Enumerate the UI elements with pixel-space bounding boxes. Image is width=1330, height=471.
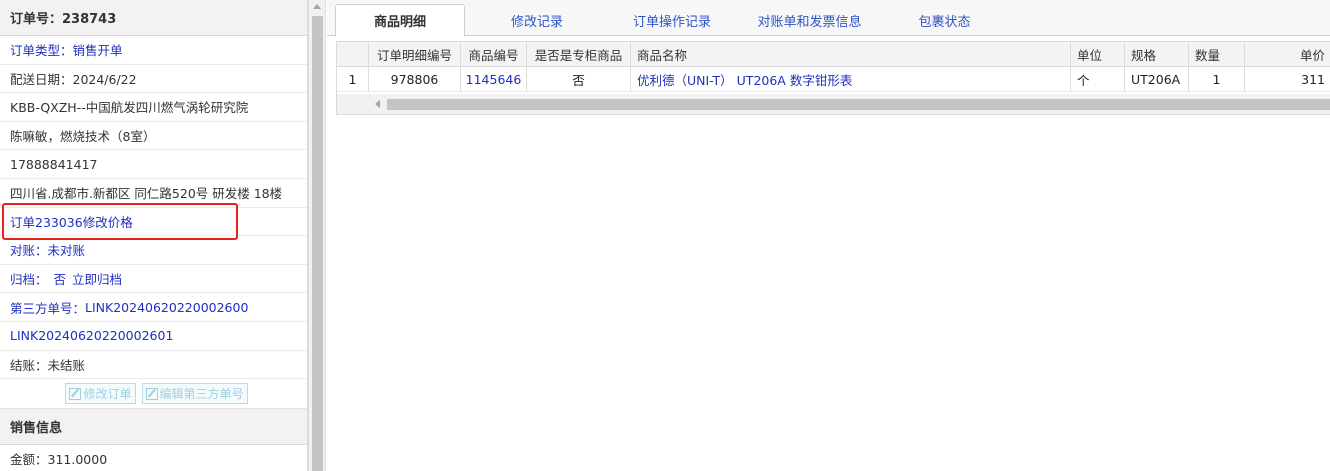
archive-value: 否	[53, 272, 67, 288]
product-number-link[interactable]: 1145646	[461, 67, 527, 91]
reconcile-label: 对账：	[10, 243, 48, 259]
third-party-row: 第三方单号： LINK20240620220002600	[0, 293, 307, 322]
price-cell: 311	[1301, 71, 1325, 87]
order-type-row: 订单类型： 销售开单	[0, 36, 307, 65]
edit-third-party-label: 编辑第三方单号	[159, 387, 244, 402]
edit-third-party-button[interactable]: 编辑第三方单号	[141, 383, 248, 405]
tab-order-operation-records[interactable]: 订单操作记录	[612, 4, 732, 36]
customer-row: KBB-QXZH--中国航发四川燃气涡轮研究院	[0, 93, 307, 122]
order-actions: 修改订单 编辑第三方单号	[0, 379, 307, 410]
scroll-left-arrow-icon[interactable]	[375, 100, 380, 108]
detail-tabs: 商品明细 修改记录 订单操作记录 对账单和发票信息 包裹状态	[327, 0, 1330, 37]
column-header[interactable]: 商品名称	[631, 42, 1071, 66]
contact-row: 陈嘛敏，燃烧技术（8室）	[0, 122, 307, 151]
archive-now-link[interactable]: 立即归档	[72, 269, 122, 288]
tab-package-status[interactable]: 包裹状态	[897, 4, 992, 36]
order-type-value[interactable]: 销售开单	[73, 40, 123, 59]
price-modify-link[interactable]: 订单233036修改价格	[0, 208, 307, 237]
column-header[interactable]: 单位	[1071, 42, 1125, 66]
column-header[interactable]: 是否是专柜商品	[527, 42, 631, 66]
modify-order-label: 修改订单	[83, 387, 132, 402]
column-header[interactable]: 规格	[1125, 42, 1189, 66]
archive-label: 归档：	[10, 272, 48, 288]
column-header[interactable]: 订单明细编号	[369, 42, 461, 66]
modify-order-button[interactable]: 修改订单	[65, 383, 136, 405]
tab-modify-records[interactable]: 修改记录	[477, 4, 597, 36]
reconcile-row: 对账： 未对账	[0, 236, 307, 265]
counter-product-cell: 否	[527, 67, 631, 91]
order-info-panel: 订单号：238743 订单类型： 销售开单 配送日期：2024/6/22 KBB…	[0, 0, 308, 471]
tab-statement-invoice[interactable]: 对账单和发票信息	[737, 4, 882, 36]
order-number-header: 订单号：238743	[0, 0, 307, 36]
table-row[interactable]: 1 978806 1145646 否 优利德（UNI-T） UT206A 数字钳…	[337, 67, 1330, 92]
edit-icon	[145, 387, 158, 400]
scrollbar-thumb[interactable]	[312, 16, 323, 471]
quantity-cell: 1	[1189, 67, 1245, 91]
address-row: 四川省.成都市.新都区 同仁路520号 研发楼 18楼	[0, 179, 307, 208]
order-type-label: 订单类型：	[10, 43, 73, 59]
detail-panel: 商品明细 修改记录 订单操作记录 对账单和发票信息 包裹状态 订单明细编号 商品…	[327, 0, 1330, 471]
spec-cell: UT206A	[1125, 67, 1189, 91]
horizontal-scrollbar-thumb[interactable]	[387, 99, 1330, 110]
third-party-number-2[interactable]: LINK20240620220002601	[0, 322, 307, 351]
detail-number-cell: 978806	[369, 67, 461, 91]
unit-cell: 个	[1071, 67, 1125, 91]
reconcile-value[interactable]: 未对账	[48, 240, 86, 259]
phone-row: 17888841417	[0, 150, 307, 179]
sales-amount-row: 金额：311.0000	[0, 445, 307, 471]
row-number: 1	[337, 67, 369, 91]
scroll-up-arrow-icon[interactable]	[313, 4, 321, 9]
third-party-number-1[interactable]: LINK20240620220002600	[85, 300, 248, 315]
column-header[interactable]: 单价	[1245, 42, 1330, 66]
product-name-link[interactable]: 优利德（UNI-T） UT206A 数字钳形表	[631, 67, 1071, 91]
left-panel-scrollbar[interactable]	[308, 0, 326, 471]
archive-row: 归档： 否 立即归档	[0, 265, 307, 294]
sales-info-header: 销售信息	[0, 409, 307, 446]
settle-row: 结账：未结账	[0, 351, 307, 380]
edit-icon	[69, 387, 82, 400]
tab-product-details[interactable]: 商品明细	[335, 4, 465, 37]
column-header[interactable]: 商品编号	[461, 42, 527, 66]
column-header[interactable]: 数量	[1189, 42, 1245, 66]
table-horizontal-scrollbar[interactable]	[337, 94, 1330, 114]
order-detail-window: 订单号：238743 订单类型： 销售开单 配送日期：2024/6/22 KBB…	[0, 0, 1330, 471]
product-detail-table: 订单明细编号 商品编号 是否是专柜商品 商品名称 单位 规格 数量 单价 1 9…	[336, 41, 1330, 115]
third-party-label: 第三方单号：	[10, 300, 86, 316]
delivery-date-row: 配送日期：2024/6/22	[0, 65, 307, 94]
table-header: 订单明细编号 商品编号 是否是专柜商品 商品名称 单位 规格 数量 单价	[337, 42, 1330, 67]
row-number-header	[337, 42, 369, 66]
